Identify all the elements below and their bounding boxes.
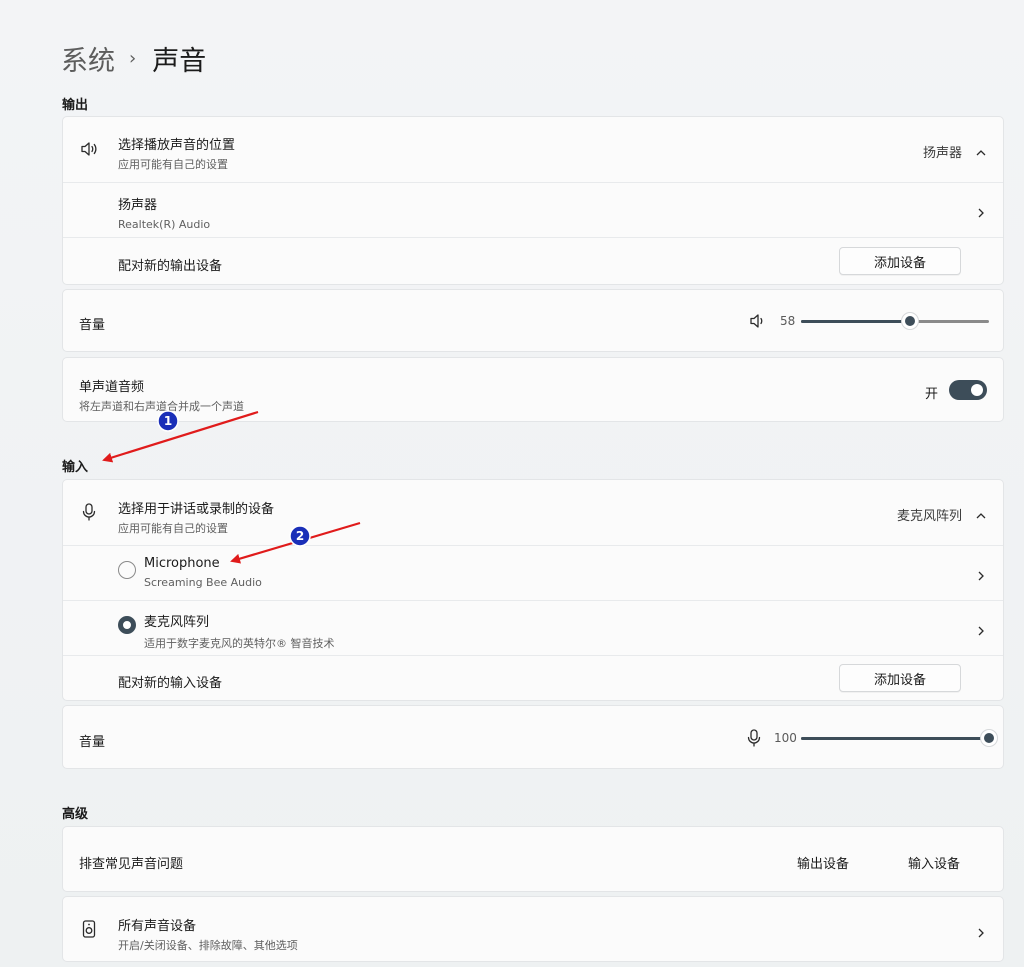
input-device-mic-array[interactable]: 麦克风阵列 适用于数字麦克风的英特尔® 智音技术 (63, 600, 1003, 655)
page-title: 声音 (152, 45, 207, 77)
volume-microphone-icon[interactable] (744, 728, 764, 748)
chevron-right-icon[interactable] (975, 622, 987, 636)
output-volume-value: 58 (780, 314, 796, 328)
input-section-label: 输入 (62, 460, 89, 475)
input-device-name: 麦克风阵列 (144, 615, 210, 630)
chevron-up-icon[interactable] (975, 507, 987, 519)
microphone-radio[interactable] (118, 561, 136, 579)
mono-audio-subtitle: 将左声道和右声道合并成一个声道 (79, 400, 244, 413)
pair-output-label: 配对新的输出设备 (118, 259, 223, 274)
choose-output-subtitle: 应用可能有自己的设置 (118, 158, 228, 171)
chevron-right-icon[interactable] (975, 924, 987, 938)
output-volume-label: 音量 (79, 318, 106, 333)
mono-toggle-state: 开 (924, 387, 938, 402)
output-section-label: 输出 (62, 98, 89, 113)
chevron-right-icon[interactable] (975, 204, 987, 218)
troubleshoot-card: 排查常见声音问题 输出设备 输入设备 (62, 826, 1004, 892)
input-volume-label: 音量 (79, 735, 106, 750)
chevron-up-icon[interactable] (975, 144, 987, 156)
mono-audio-card: 单声道音频 将左声道和右声道合并成一个声道 开 (62, 357, 1004, 422)
mic-array-radio[interactable] (118, 616, 136, 634)
all-sound-devices-card[interactable]: 所有声音设备 开启/关闭设备、排除故障、其他选项 (62, 896, 1004, 962)
troubleshoot-input-link[interactable]: 输入设备 (908, 853, 960, 872)
input-device-card: 选择用于讲话或录制的设备 应用可能有自己的设置 麦克风阵列 Microphone… (62, 479, 1004, 701)
input-volume-fill (801, 737, 989, 740)
selected-output-value: 扬声器 (922, 146, 962, 161)
input-device-detail: 适用于数字麦克风的英特尔® 智音技术 (144, 637, 335, 650)
output-volume-card: 音量 58 (62, 289, 1004, 352)
add-output-device-button[interactable]: 添加设备 (839, 247, 961, 275)
breadcrumb-parent[interactable]: 系统 (61, 39, 115, 78)
speaker-icon (79, 139, 99, 159)
advanced-section-label: 高级 (62, 807, 89, 822)
input-device-microphone[interactable]: Microphone Screaming Bee Audio (63, 545, 1003, 600)
troubleshoot-output-link[interactable]: 输出设备 (797, 853, 849, 872)
mono-audio-toggle[interactable] (949, 380, 987, 400)
chevron-right-icon[interactable] (975, 567, 987, 581)
mono-audio-title: 单声道音频 (79, 380, 145, 395)
output-device-detail: Realtek(R) Audio (118, 218, 211, 231)
selected-input-value: 麦克风阵列 (896, 509, 962, 524)
all-devices-subtitle: 开启/关闭设备、排除故障、其他选项 (118, 939, 298, 952)
pair-output-row: 配对新的输出设备 添加设备 (63, 237, 1003, 286)
choose-input-row[interactable]: 选择用于讲话或录制的设备 应用可能有自己的设置 麦克风阵列 (63, 480, 1003, 545)
choose-output-title: 选择播放声音的位置 (118, 138, 236, 153)
input-device-detail: Screaming Bee Audio (144, 576, 262, 589)
speaker-device-icon (79, 919, 99, 939)
microphone-icon (79, 502, 99, 522)
all-devices-title: 所有声音设备 (118, 919, 197, 934)
choose-input-subtitle: 应用可能有自己的设置 (118, 522, 228, 535)
output-device-speaker[interactable]: 扬声器 Realtek(R) Audio (63, 182, 1003, 237)
troubleshoot-title: 排查常见声音问题 (79, 857, 184, 872)
breadcrumb-separator: › (129, 47, 137, 69)
breadcrumb: 系统 › 声音 (61, 39, 207, 78)
output-volume-fill (801, 320, 910, 323)
input-volume-card: 音量 100 (62, 705, 1004, 769)
pair-input-row: 配对新的输入设备 添加设备 (63, 655, 1003, 702)
output-device-name: 扬声器 (118, 198, 158, 213)
pair-input-label: 配对新的输入设备 (118, 676, 223, 691)
input-volume-thumb[interactable] (980, 729, 998, 747)
output-volume-thumb[interactable] (901, 312, 919, 330)
input-volume-value: 100 (774, 731, 797, 745)
input-device-name: Microphone (144, 556, 220, 571)
choose-output-row[interactable]: 选择播放声音的位置 应用可能有自己的设置 扬声器 (63, 117, 1003, 182)
add-input-device-button[interactable]: 添加设备 (839, 664, 961, 692)
output-device-card: 选择播放声音的位置 应用可能有自己的设置 扬声器 扬声器 Realtek(R) … (62, 116, 1004, 285)
choose-input-title: 选择用于讲话或录制的设备 (118, 502, 275, 517)
volume-speaker-icon[interactable] (748, 311, 768, 331)
